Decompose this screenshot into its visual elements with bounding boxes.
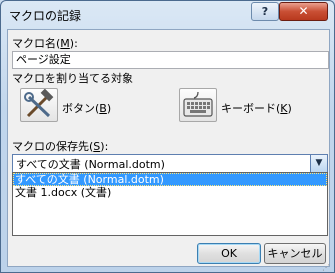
store-in-selected: すべての文書 (Normal.dotm) [16,158,165,171]
record-macro-dialog: マクロの記録 ? ✕ マクロ名(M): ページ設定 マクロを割り当てる対象 ボタ… [0,0,335,273]
close-button[interactable]: ✕ [279,2,328,21]
cancel-button[interactable]: キャンセル [264,243,326,264]
chevron-down-icon: ▼ [315,158,323,168]
assign-button-label[interactable]: ボタン(B) [62,100,111,116]
close-icon: ✕ [298,4,309,18]
help-button[interactable]: ? [251,2,279,21]
assign-keyboard-option[interactable] [179,88,217,122]
store-in-dropdown-list[interactable]: すべての文書 (Normal.dotm) 文書 1.docx (文書) [12,172,328,236]
dialog-title: マクロの記録 [9,9,82,23]
store-in-label: マクロの保存先(S): [12,140,109,153]
dialog-body: マクロ名(M): ページ設定 マクロを割り当てる対象 ボタン(B) キーボード(… [7,29,330,267]
title-bar[interactable]: マクロの記録 ? ✕ [1,1,334,29]
ok-button[interactable]: OK [197,243,261,264]
dropdown-option-normal-template[interactable]: すべての文書 (Normal.dotm) [13,173,327,186]
resize-grip-icon[interactable]: ⋰ [322,263,330,272]
keyboard-icon [183,91,213,117]
help-icon: ? [261,5,269,18]
assign-button-option[interactable] [20,88,58,122]
assign-section-label: マクロを割り当てる対象 [12,72,133,85]
dropdown-button[interactable]: ▼ [310,155,327,172]
macro-name-label: マクロ名(M): [12,37,78,50]
macro-name-input[interactable]: ページ設定 [12,51,329,69]
hammer-wrench-icon [24,88,54,118]
dropdown-option-document1[interactable]: 文書 1.docx (文書) [13,186,327,199]
assign-keyboard-label[interactable]: キーボード(K) [221,100,292,116]
store-in-combobox[interactable]: すべての文書 (Normal.dotm) ▼ [12,154,328,173]
